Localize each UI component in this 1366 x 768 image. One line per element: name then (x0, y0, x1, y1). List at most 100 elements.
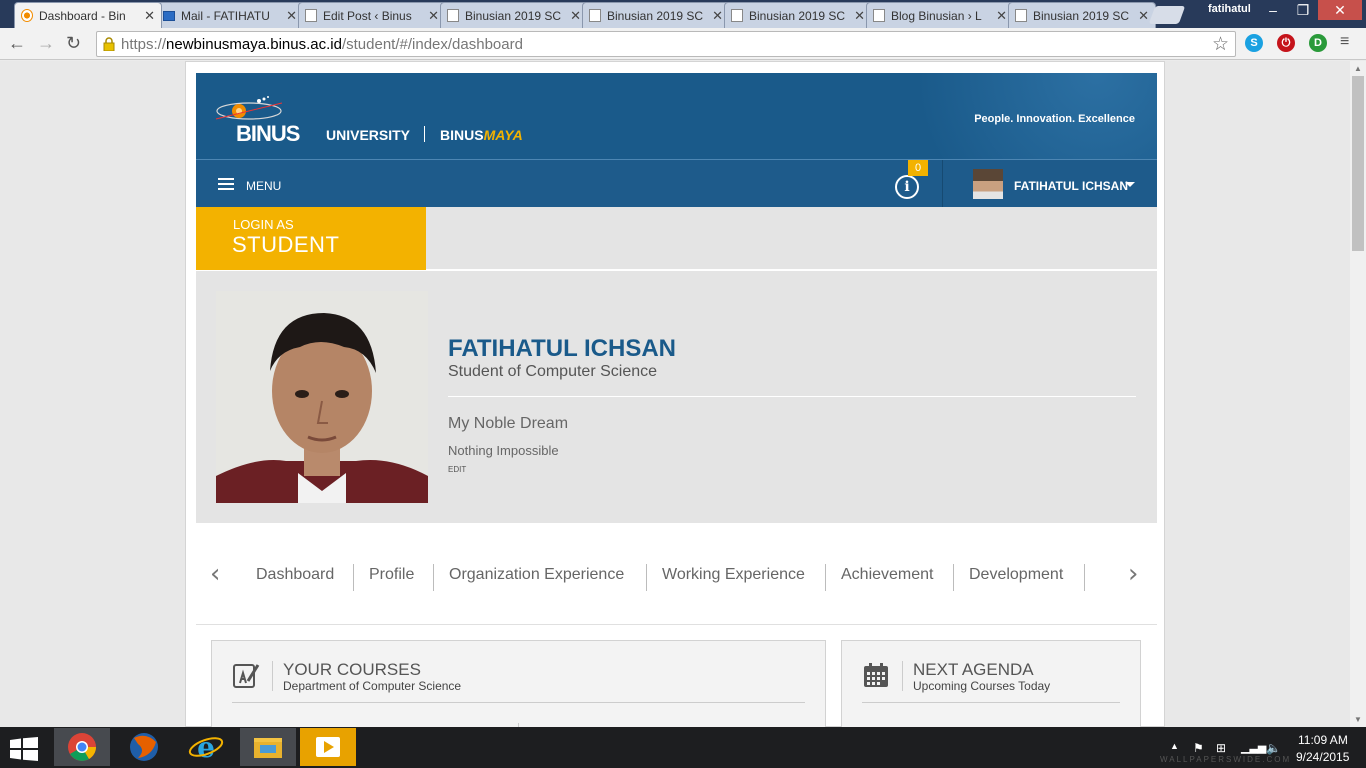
volume-icon[interactable]: 🔈 (1266, 741, 1281, 755)
tab-separator (353, 564, 354, 591)
page-icon (305, 9, 317, 22)
page-scrollbar[interactable]: ▲ ▼ (1350, 61, 1366, 727)
logo-divider (424, 126, 425, 142)
tab-title: Blog Binusian › L (891, 8, 982, 23)
profile-photo (216, 291, 428, 503)
binusmaya-logo-part-a: BINUS (440, 127, 484, 143)
page-icon (447, 9, 459, 22)
browser-tab[interactable]: Binusian 2019 SC ✕ (1008, 2, 1156, 28)
tab-profile[interactable]: Profile (369, 566, 414, 584)
tab-development[interactable]: Development (969, 566, 1063, 584)
info-icon[interactable]: i (895, 175, 919, 199)
window-controls: – ❐ ✕ (1258, 0, 1362, 20)
network-icon[interactable]: ⊞ (1216, 741, 1226, 755)
power-extension-icon[interactable]: ⏻ (1277, 34, 1295, 52)
bookmark-star-icon[interactable]: ☆ (1212, 33, 1229, 56)
tab-dashboard[interactable]: Dashboard (256, 566, 334, 584)
windows-taskbar: e ▲ ⚑ ⊞ ▁▃▅ 🔈 11:09 AM 9/24/2015 WALLPAP… (0, 727, 1366, 768)
taskbar-firefox-button[interactable] (116, 728, 172, 766)
nav-divider (942, 160, 943, 208)
taskbar-chrome-button[interactable] (54, 728, 110, 766)
agenda-title: NEXT AGENDA (913, 660, 1034, 679)
close-tab-icon[interactable]: ✕ (428, 8, 439, 24)
folder-icon (254, 738, 282, 758)
tab-title: Edit Post ‹ Binus (323, 8, 412, 23)
next-arrow-icon[interactable]: › (1128, 559, 1138, 589)
flag-icon[interactable]: ⚑ (1193, 741, 1204, 755)
address-bar[interactable]: https://newbinusmaya.binus.ac.id/student… (96, 31, 1236, 57)
minimize-icon[interactable]: – (1258, 0, 1288, 20)
browser-tab[interactable]: Binusian 2019 SC ✕ (724, 2, 872, 28)
tab-working-experience[interactable]: Working Experience (662, 566, 805, 584)
user-menu-name[interactable]: FATIHATUL ICHSAN (1014, 179, 1128, 193)
close-tab-icon[interactable]: ✕ (712, 8, 723, 24)
profile-photo-image (216, 291, 428, 503)
taskbar-media-button[interactable] (300, 728, 356, 766)
tray-expand-icon[interactable]: ▲ (1170, 741, 1179, 751)
calendar-icon (864, 663, 888, 687)
media-player-icon (316, 737, 340, 757)
page-viewport: BINUS UNIVERSITY BINUSMAYA People. Innov… (0, 61, 1350, 727)
browser-profile-name[interactable]: fatihatul (1208, 3, 1251, 15)
notification-count-badge[interactable]: 0 (908, 160, 928, 176)
tab-separator (646, 564, 647, 591)
menu-label[interactable]: MENU (246, 179, 281, 193)
profile-name: FATIHATUL ICHSAN (448, 335, 676, 362)
extension-icon[interactable]: D (1309, 34, 1327, 52)
courses-title: YOUR COURSES (283, 660, 421, 679)
scroll-up-icon[interactable]: ▲ (1354, 64, 1362, 73)
taskbar-ie-button[interactable]: e (178, 728, 234, 766)
close-window-icon[interactable]: ✕ (1318, 0, 1362, 20)
dream-text: Nothing Impossible (448, 443, 559, 458)
signal-bars-icon[interactable]: ▁▃▅ (1241, 741, 1266, 754)
browser-tab[interactable]: Binusian 2019 SC ✕ (582, 2, 730, 28)
caret-down-icon[interactable] (1125, 182, 1135, 187)
browser-toolbar: ← → ↻ https://newbinusmaya.binus.ac.id/s… (0, 28, 1366, 60)
forward-icon[interactable]: → (37, 33, 55, 54)
binusmaya-logo: BINUSMAYA (440, 127, 523, 143)
tab-achievement[interactable]: Achievement (841, 566, 934, 584)
close-tab-icon[interactable]: ✕ (996, 8, 1007, 24)
taskbar-explorer-button[interactable] (240, 728, 296, 766)
scrollbar-thumb[interactable] (1352, 76, 1364, 251)
close-tab-icon[interactable]: ✕ (1138, 8, 1149, 24)
browser-tab[interactable]: Binusian 2019 SC ✕ (440, 2, 588, 28)
profile-major: Student of Computer Science (448, 363, 658, 380)
profile-section: FATIHATUL ICHSAN Student of Computer Sci… (196, 271, 1157, 523)
edit-dream-link[interactable]: EDIT (448, 465, 466, 474)
browser-tab[interactable]: Blog Binusian › L ✕ (866, 2, 1014, 28)
url-host: newbinusmaya.binus.ac.id (166, 36, 342, 53)
binusmaya-logo-part-b: MAYA (483, 127, 523, 143)
chrome-menu-icon[interactable]: ≡ (1340, 33, 1349, 51)
hamburger-menu-icon[interactable] (218, 178, 234, 190)
close-tab-icon[interactable]: ✕ (144, 8, 155, 24)
prev-arrow-icon[interactable]: ‹ (210, 559, 220, 589)
close-tab-icon[interactable]: ✕ (570, 8, 581, 24)
clock-date[interactable]: 9/24/2015 (1296, 750, 1349, 764)
browser-tab[interactable]: Mail - FATIHATU ✕ (156, 2, 304, 28)
tab-separator (1084, 564, 1085, 591)
tab-separator (953, 564, 954, 591)
windows-start-icon[interactable] (10, 737, 38, 761)
browser-tab[interactable]: Dashboard - Bin ✕ (14, 2, 162, 28)
reload-icon[interactable]: ↻ (66, 33, 81, 54)
lock-icon (103, 37, 115, 51)
skype-extension-icon[interactable]: S (1245, 34, 1263, 52)
firefox-icon (130, 733, 158, 761)
clock-time[interactable]: 11:09 AM (1298, 733, 1348, 747)
top-nav-bar: MENU i 0 FATIHATUL ICHSAN (196, 159, 1157, 208)
card-rule (232, 702, 805, 703)
login-role-strip: LOGIN AS STUDENT (196, 207, 1157, 270)
scroll-down-icon[interactable]: ▼ (1354, 715, 1362, 724)
tab-organization-experience[interactable]: Organization Experience (449, 566, 624, 584)
close-tab-icon[interactable]: ✕ (286, 8, 297, 24)
internet-explorer-icon: e (188, 731, 224, 764)
courses-card: YOUR COURSES Department of Computer Scie… (211, 640, 826, 727)
chrome-icon (68, 733, 96, 761)
new-tab-button[interactable] (1148, 6, 1186, 24)
maximize-icon[interactable]: ❐ (1288, 0, 1318, 20)
close-tab-icon[interactable]: ✕ (854, 8, 865, 24)
avatar[interactable] (973, 169, 1003, 199)
browser-tab[interactable]: Edit Post ‹ Binus ✕ (298, 2, 446, 28)
back-icon[interactable]: ← (8, 33, 26, 54)
